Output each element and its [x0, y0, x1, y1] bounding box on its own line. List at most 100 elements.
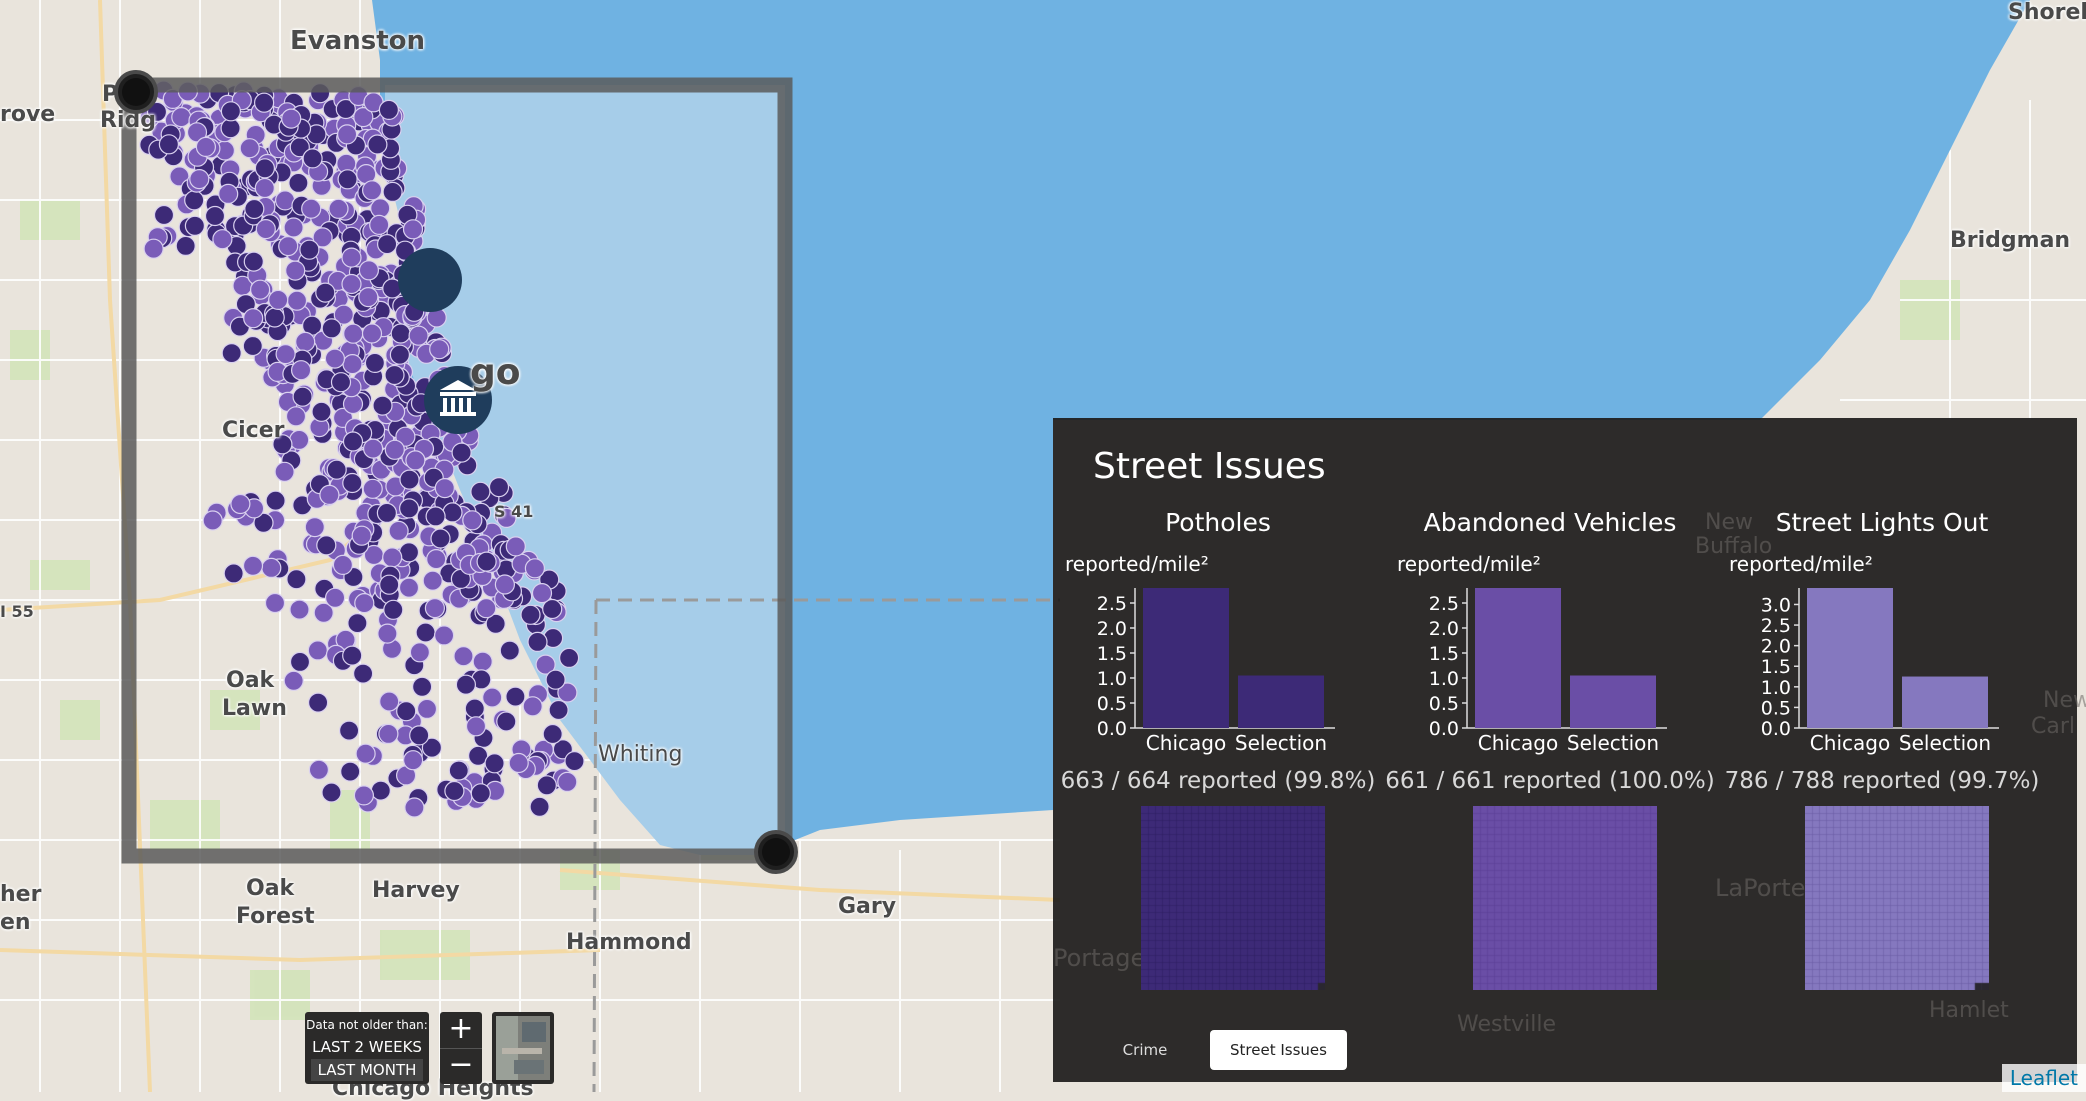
issue-dot[interactable] [354, 592, 375, 614]
issue-dot[interactable] [261, 557, 282, 579]
issue-dot[interactable] [476, 551, 497, 572]
issue-dot[interactable] [324, 348, 345, 369]
issue-dot[interactable] [283, 217, 304, 238]
selection-handle-top-left[interactable] [114, 70, 158, 114]
tab-crime[interactable]: Crime [1093, 1030, 1197, 1070]
issue-dot[interactable] [288, 172, 309, 193]
issue-dot[interactable] [281, 108, 302, 129]
issue-dot[interactable] [455, 674, 476, 695]
issue-dot[interactable] [405, 450, 426, 471]
issue-dot[interactable] [218, 183, 239, 204]
issue-dot[interactable] [254, 158, 275, 179]
issue-dot[interactable] [434, 625, 455, 646]
issue-dot[interactable] [244, 198, 265, 220]
issue-dot[interactable] [409, 642, 430, 663]
issue-dot[interactable] [212, 229, 233, 250]
issue-dot[interactable] [358, 287, 379, 308]
issue-dot[interactable] [325, 587, 346, 608]
issue-dot[interactable] [342, 393, 364, 415]
issue-dot[interactable] [353, 785, 374, 806]
issue-dot[interactable] [426, 548, 447, 570]
issue-dot[interactable] [254, 177, 275, 199]
issue-dot[interactable] [484, 753, 505, 774]
issue-dot[interactable] [342, 472, 363, 494]
issue-dot[interactable] [243, 251, 264, 272]
issue-dot[interactable] [268, 289, 289, 310]
location-marker-1[interactable] [398, 248, 462, 312]
issue-dot[interactable] [403, 750, 424, 771]
issue-dot[interactable] [377, 234, 398, 255]
issue-dot[interactable] [379, 574, 400, 595]
issue-dot[interactable] [382, 181, 403, 202]
issue-dot[interactable] [361, 323, 383, 344]
issue-dot[interactable] [295, 331, 316, 352]
issue-dot[interactable] [299, 239, 320, 260]
issue-dot[interactable] [316, 535, 337, 556]
time-filter-last-2-weeks[interactable]: LAST 2 WEEKS [311, 1036, 423, 1058]
issue-dot[interactable] [321, 318, 342, 339]
issue-dot[interactable] [274, 461, 295, 482]
issue-dot[interactable] [399, 498, 420, 519]
selection-handle-bottom-right[interactable] [754, 830, 798, 874]
issue-dot[interactable] [195, 136, 216, 157]
issue-dot[interactable] [275, 344, 296, 365]
issue-dot[interactable] [377, 623, 398, 644]
issue-dot[interactable] [315, 282, 336, 303]
issue-dot[interactable] [520, 604, 541, 625]
issue-dot[interactable] [250, 279, 271, 300]
issue-dot[interactable] [264, 307, 285, 328]
issue-dot[interactable] [283, 670, 304, 691]
issue-dot[interactable] [311, 401, 332, 422]
issue-dot[interactable] [242, 335, 263, 357]
issue-dot[interactable] [545, 669, 566, 690]
issue-dot[interactable] [153, 204, 175, 226]
issue-dot[interactable] [342, 431, 364, 452]
issue-dot[interactable] [341, 247, 362, 268]
issue-dot[interactable] [304, 516, 325, 538]
leaflet-attribution-link[interactable]: Leaflet [2001, 1064, 2086, 1092]
issue-dot[interactable] [286, 290, 308, 311]
issue-dot[interactable] [396, 701, 417, 722]
issue-dot[interactable] [362, 478, 383, 499]
issue-dot[interactable] [337, 169, 358, 190]
issue-dot[interactable] [376, 502, 397, 524]
issue-dot[interactable] [488, 477, 510, 498]
issue-dot[interactable] [425, 506, 446, 527]
issue-dot[interactable] [398, 542, 420, 563]
issue-dot[interactable] [289, 429, 310, 450]
issue-dot[interactable] [301, 198, 322, 219]
issue-dot[interactable] [220, 118, 241, 139]
issue-dot[interactable] [453, 646, 474, 667]
issue-dot[interactable] [355, 743, 376, 764]
issue-dot[interactable] [429, 339, 450, 360]
issue-dot[interactable] [285, 260, 306, 281]
issue-dot[interactable] [408, 325, 429, 346]
issue-dot[interactable] [424, 597, 445, 619]
issue-dot[interactable] [542, 723, 563, 745]
issue-dot[interactable] [363, 438, 384, 459]
issue-dot[interactable] [347, 612, 368, 634]
issue-dot[interactable] [158, 134, 179, 155]
time-filter-last-month[interactable]: LAST MONTH [311, 1059, 423, 1081]
issue-dot[interactable] [370, 780, 391, 801]
issue-dot[interactable] [362, 180, 383, 201]
issue-dot[interactable] [223, 563, 244, 584]
issue-dot[interactable] [221, 343, 242, 364]
issue-dot[interactable] [184, 190, 205, 211]
issue-dot[interactable] [340, 761, 361, 782]
zoom-in-button[interactable]: + [440, 1012, 482, 1049]
issue-dot[interactable] [524, 558, 546, 579]
issue-dot[interactable] [337, 124, 358, 145]
issue-dot[interactable] [508, 752, 529, 774]
issue-dot[interactable] [184, 215, 205, 236]
issue-dot[interactable] [529, 796, 550, 817]
issue-dot[interactable] [464, 698, 485, 719]
issue-dot[interactable] [242, 555, 264, 576]
issue-dot[interactable] [564, 750, 585, 772]
issue-dot[interactable] [367, 134, 388, 155]
issue-dot[interactable] [388, 520, 409, 542]
issue-dot[interactable] [430, 528, 451, 549]
issue-dot[interactable] [171, 106, 192, 128]
issue-dot[interactable] [415, 622, 436, 643]
issue-dot[interactable] [143, 238, 164, 259]
